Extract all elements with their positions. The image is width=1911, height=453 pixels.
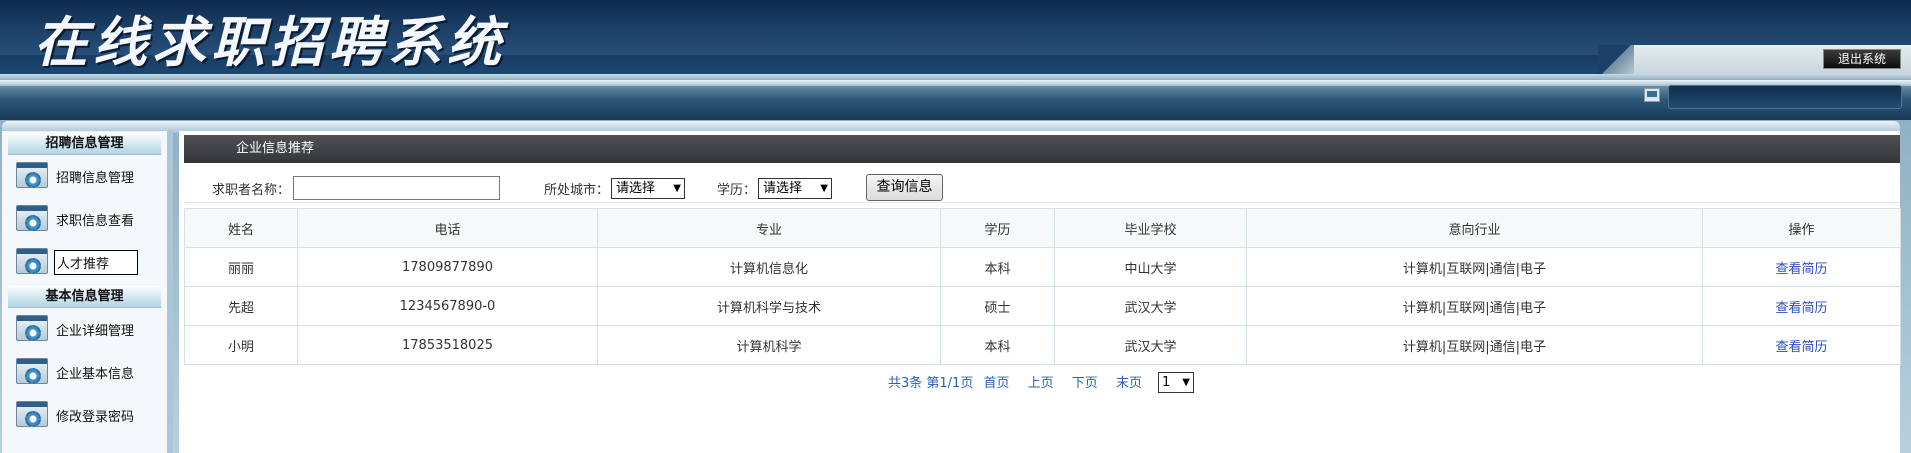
column-header-phone: 电话 — [297, 208, 598, 248]
cell-phone: 17809877890 — [297, 247, 598, 287]
table-header-row: 姓名 电话 专业 学历 毕业学校 意向行业 操作 — [184, 208, 1901, 248]
city-select-value: 请选择 — [616, 181, 656, 196]
gear-window-icon — [16, 314, 48, 345]
column-header-industry: 意向行业 — [1246, 208, 1703, 248]
sidebar-group-recruit[interactable]: 招聘信息管理 — [8, 131, 161, 155]
query-button[interactable]: 查询信息 — [866, 174, 943, 201]
gear-window-icon — [16, 247, 48, 278]
chevron-down-icon: ▼ — [673, 183, 681, 194]
chevron-down-icon: ▼ — [820, 183, 828, 194]
sidebar-item-talent-recommend[interactable]: 人才推荐 — [2, 241, 167, 284]
cell-industry: 计算机|互联网|通信|电子 — [1246, 286, 1703, 326]
logout-button[interactable]: 退出系统 — [1823, 49, 1901, 69]
sidebar: 招聘信息管理 招聘信息管理 求职信息查看 人才推荐 基本信息管理 企业详细管理 … — [2, 131, 173, 453]
sidebar-item-label: 企业基本信息 — [56, 367, 135, 382]
table-row: 丽丽 17809877890 计算机信息化 本科 中山大学 计算机|互联网|通信… — [184, 247, 1901, 287]
cell-action: 查看简历 — [1702, 247, 1901, 287]
page-title: 企业信息推荐 — [184, 135, 1900, 163]
column-header-school: 毕业学校 — [1054, 208, 1247, 248]
cell-major: 计算机信息化 — [597, 247, 941, 287]
gear-window-icon — [16, 400, 48, 431]
column-header-major: 专业 — [597, 208, 941, 248]
last-page-link[interactable]: 末页 — [1116, 376, 1142, 391]
prev-page-link[interactable]: 上页 — [1028, 376, 1054, 391]
table-row: 小明 17853518025 计算机科学 本科 武汉大学 计算机|互联网|通信|… — [184, 325, 1901, 365]
sidebar-item-company-basic[interactable]: 企业基本信息 — [2, 351, 167, 394]
cell-school: 中山大学 — [1054, 247, 1247, 287]
page-select-value: 1 — [1162, 375, 1171, 390]
view-resume-link[interactable]: 查看简历 — [1775, 262, 1827, 277]
cell-major: 计算机科学与技术 — [597, 286, 941, 326]
column-header-name: 姓名 — [184, 208, 298, 248]
education-select[interactable]: 请选择 ▼ — [758, 178, 832, 199]
sidebar-item-recruit-manage[interactable]: 招聘信息管理 — [2, 155, 167, 198]
education-label: 学历： — [717, 183, 757, 198]
cell-school: 武汉大学 — [1054, 286, 1247, 326]
first-page-link[interactable]: 首页 — [983, 376, 1009, 391]
page-select[interactable]: 1 ▼ — [1158, 372, 1194, 393]
monitor-icon — [1644, 88, 1660, 102]
cell-phone: 1234567890-0 — [297, 286, 598, 326]
sidebar-group-basic[interactable]: 基本信息管理 — [8, 284, 161, 308]
status-bar — [1668, 85, 1902, 109]
pagination: 共3条 第1/1页 首页 上页 下页 末页 — [888, 372, 1156, 391]
name-search-label: 求职者名称： — [212, 183, 291, 198]
cell-name: 小明 — [184, 325, 298, 365]
sidebar-item-label: 求职信息查看 — [56, 214, 135, 229]
sidebar-item-label: 招聘信息管理 — [56, 171, 135, 186]
sidebar-item-label: 修改登录密码 — [56, 410, 135, 425]
cell-education: 硕士 — [940, 286, 1055, 326]
education-select-value: 请选择 — [763, 181, 803, 196]
sidebar-item-jobseeker-view[interactable]: 求职信息查看 — [2, 198, 167, 241]
sidebar-item-label: 人才推荐 — [54, 250, 139, 275]
gear-window-icon — [16, 161, 48, 192]
gear-window-icon — [16, 357, 48, 388]
cell-name: 丽丽 — [184, 247, 298, 287]
cell-industry: 计算机|互联网|通信|电子 — [1246, 247, 1703, 287]
jobseeker-name-input[interactable] — [293, 176, 500, 200]
column-header-action: 操作 — [1702, 208, 1901, 248]
sidebar-item-change-password[interactable]: 修改登录密码 — [2, 394, 167, 437]
table-row: 先超 1234567890-0 计算机科学与技术 硕士 武汉大学 计算机|互联网… — [184, 286, 1901, 326]
pagination-summary: 共3条 第1/1页 — [888, 376, 974, 391]
cell-education: 本科 — [940, 247, 1055, 287]
gear-window-icon — [16, 204, 48, 235]
cell-action: 查看简历 — [1702, 325, 1901, 365]
cell-school: 武汉大学 — [1054, 325, 1247, 365]
cell-industry: 计算机|互联网|通信|电子 — [1246, 325, 1703, 365]
chevron-down-icon: ▼ — [1182, 377, 1190, 388]
header-notch — [1598, 45, 1634, 74]
city-label: 所处城市： — [544, 183, 610, 198]
cell-name: 先超 — [184, 286, 298, 326]
cell-phone: 17853518025 — [297, 325, 598, 365]
toolbar-highlight — [0, 80, 1911, 86]
app-title: 在线求职招聘系统 — [34, 10, 506, 74]
view-resume-link[interactable]: 查看简历 — [1775, 340, 1827, 355]
cell-action: 查看简历 — [1702, 286, 1901, 326]
view-resume-link[interactable]: 查看简历 — [1775, 301, 1827, 316]
sidebar-item-company-detail[interactable]: 企业详细管理 — [2, 308, 167, 351]
cell-major: 计算机科学 — [597, 325, 941, 365]
cell-education: 本科 — [940, 325, 1055, 365]
city-select[interactable]: 请选择 ▼ — [611, 178, 685, 199]
talent-table: 姓名 电话 专业 学历 毕业学校 意向行业 操作 丽丽 17809877890 … — [184, 208, 1901, 365]
column-header-education: 学历 — [940, 208, 1055, 248]
sidebar-item-label: 企业详细管理 — [56, 324, 135, 339]
next-page-link[interactable]: 下页 — [1072, 376, 1098, 391]
